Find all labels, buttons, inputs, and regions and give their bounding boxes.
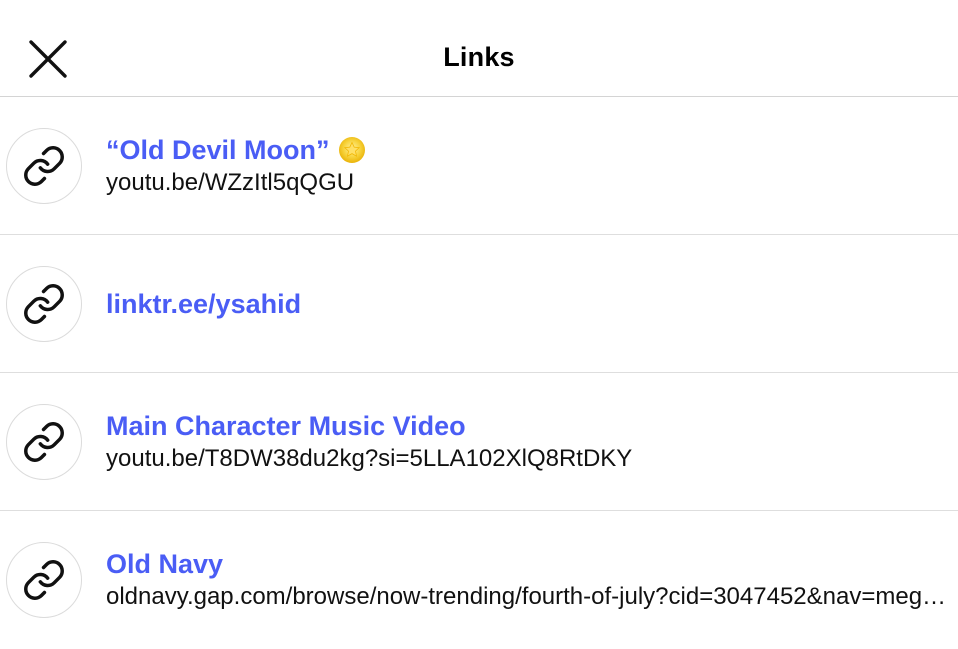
header-bar: Links [0, 0, 958, 97]
glowing-star-icon [338, 136, 365, 163]
link-icon [24, 422, 64, 462]
link-title-text: Old Navy [106, 549, 224, 579]
link-title[interactable]: Main Character Music Video [106, 409, 954, 443]
page-title: Links [443, 42, 515, 72]
link-url: youtu.be/WZzItl5qQGU [106, 168, 355, 196]
link-title[interactable]: “Old Devil Moon” [106, 133, 954, 167]
link-url: youtu.be/T8DW38du2kg?si=5LLA102XlQ8RtDKY [106, 444, 633, 472]
link-icon [24, 146, 64, 186]
link-icon [24, 284, 64, 324]
link-icon-circle [6, 266, 82, 342]
link-row[interactable]: Old Navy oldnavy.gap.com/browse/now-tren… [0, 511, 958, 649]
link-row[interactable]: “Old Devil Moon” youtu.be/WZzItl5qQGU [0, 97, 958, 235]
link-icon-circle [6, 404, 82, 480]
links-list: “Old Devil Moon” youtu.be/WZzItl5qQGU li… [0, 97, 958, 649]
link-icon-circle [6, 542, 82, 618]
link-icon-circle [6, 128, 82, 204]
link-title-text: linktr.ee/ysahid [106, 288, 302, 319]
link-row[interactable]: linktr.ee/ysahid [0, 235, 958, 373]
link-icon [24, 560, 64, 600]
link-text: “Old Devil Moon” youtu.be/WZzItl5qQGU [106, 97, 954, 234]
link-title-text: “Old Devil Moon” [106, 134, 330, 165]
link-title-text: Main Character Music Video [106, 410, 466, 441]
link-title[interactable]: linktr.ee/ysahid [106, 287, 954, 321]
link-url: oldnavy.gap.com/browse/now-trending/four… [106, 583, 954, 610]
link-text: linktr.ee/ysahid [106, 235, 954, 372]
link-text: Old Navy oldnavy.gap.com/browse/now-tren… [106, 511, 954, 649]
link-title[interactable]: Old Navy [106, 547, 954, 581]
link-row[interactable]: Main Character Music Video youtu.be/T8DW… [0, 373, 958, 511]
link-text: Main Character Music Video youtu.be/T8DW… [106, 373, 954, 510]
